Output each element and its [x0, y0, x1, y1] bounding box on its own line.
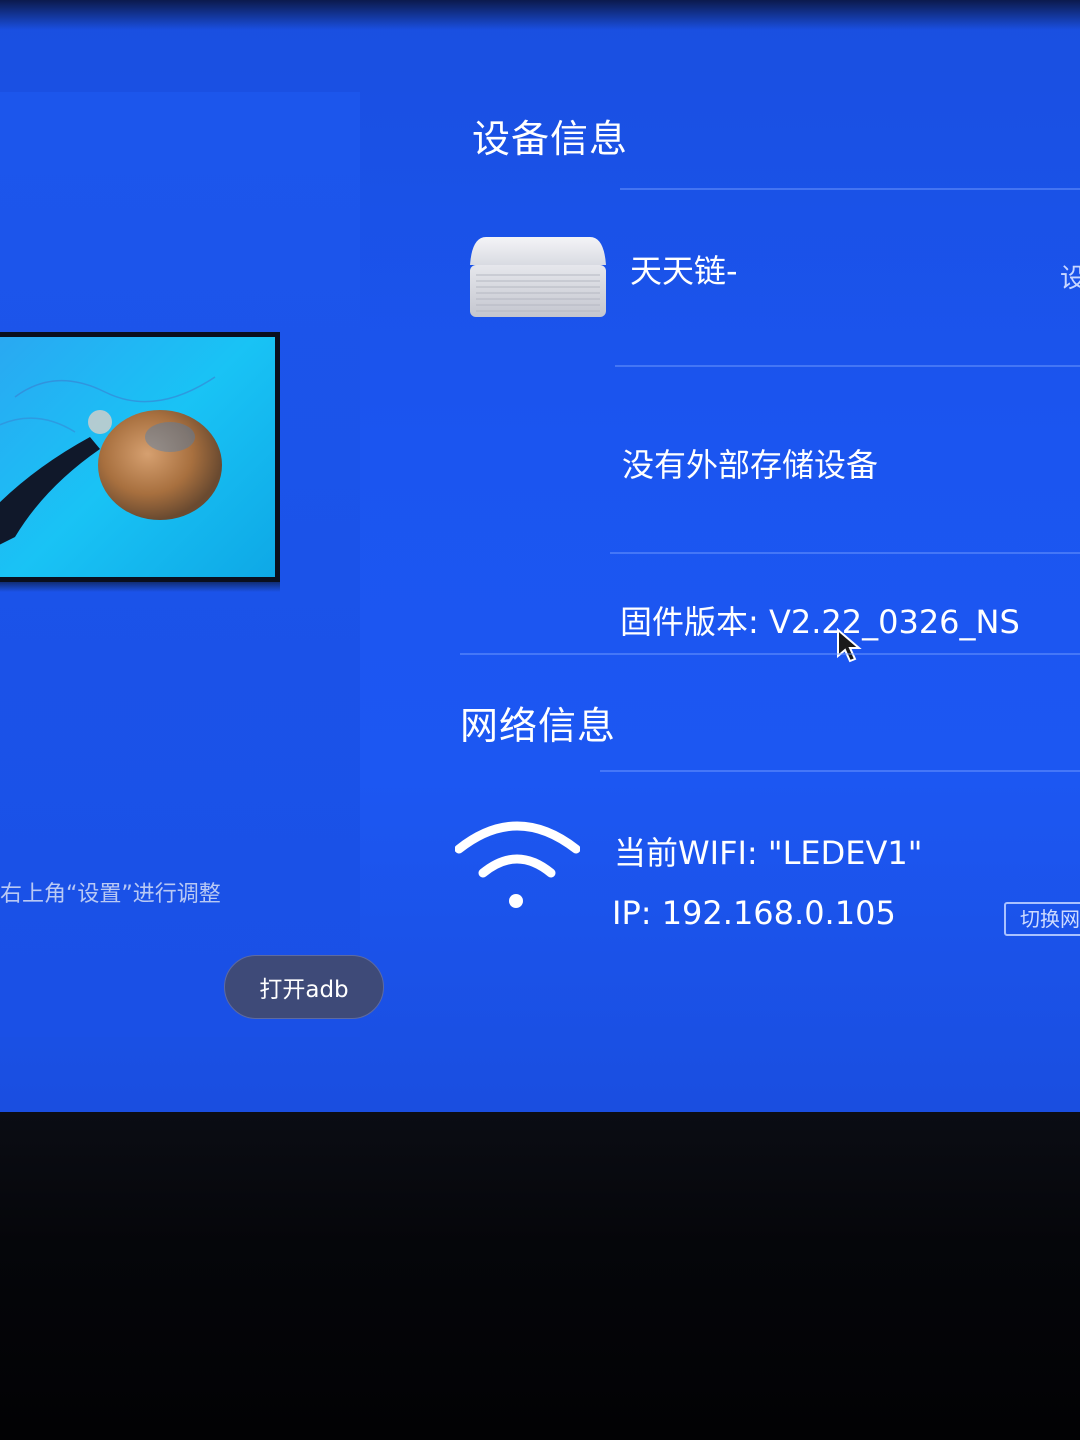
current-wifi-text: 当前WIFI: "LEDEV1": [614, 834, 923, 872]
divider: [600, 770, 1080, 772]
divider: [620, 188, 1080, 190]
tv-bezel: [0, 1112, 1080, 1440]
jellyfish-image: [0, 376, 222, 545]
firmware-version-text: 固件版本: V2.22_0326_NS: [620, 603, 1020, 641]
mouse-cursor-icon: [837, 628, 862, 663]
tv-box-icon: [470, 237, 606, 317]
switch-network-button[interactable]: 切换网: [1004, 902, 1080, 936]
open-adb-button[interactable]: 打开adb: [224, 955, 384, 1019]
tv-illustration: [0, 332, 280, 582]
network-info-title: 网络信息: [460, 704, 617, 748]
divider: [460, 653, 1080, 655]
settings-hint-text: 右上角“设置”进行调整: [0, 882, 221, 907]
divider: [610, 552, 1080, 554]
wifi-icon: [455, 821, 580, 908]
storage-status-text: 没有外部存储设备: [622, 446, 879, 484]
device-edge-label[interactable]: 设: [1060, 258, 1080, 295]
divider: [615, 365, 1080, 367]
screen-top-shade: [0, 0, 1080, 30]
device-info-title: 设备信息: [472, 117, 629, 161]
tv-stand-shadow: [0, 582, 280, 592]
ip-address-text: IP: 192.168.0.105: [612, 894, 896, 932]
device-name: 天天链-: [630, 252, 738, 290]
tv-screen: 右上角“设置”进行调整 打开adb 设备信息 天天链- 设 没有外部存储设备 固…: [0, 0, 1080, 1112]
